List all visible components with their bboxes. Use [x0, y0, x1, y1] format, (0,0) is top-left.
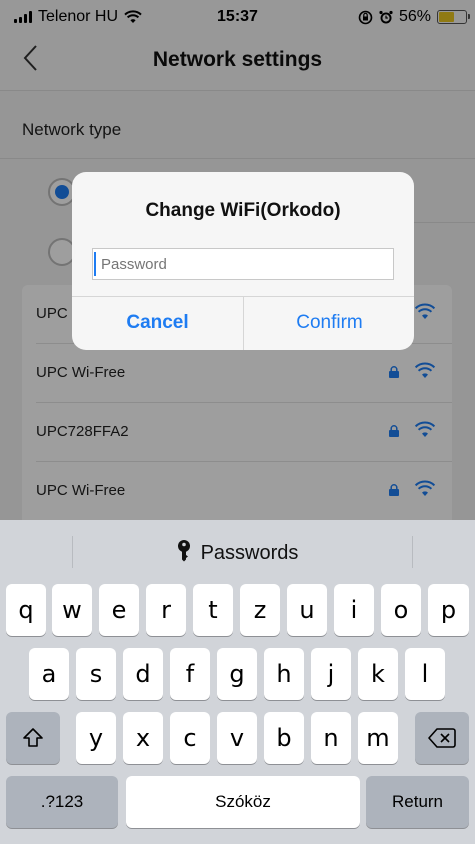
passwords-suggestion[interactable]: Passwords — [0, 540, 475, 565]
key-e[interactable]: e — [99, 584, 139, 636]
key-y[interactable]: y — [76, 712, 116, 764]
key-h[interactable]: h — [264, 648, 304, 700]
keyboard: Passwords q w e r t z u i o p a s d f g … — [0, 520, 475, 844]
key-w[interactable]: w — [52, 584, 92, 636]
key-m[interactable]: m — [358, 712, 398, 764]
key-u[interactable]: u — [287, 584, 327, 636]
key-n[interactable]: n — [311, 712, 351, 764]
key-s[interactable]: s — [76, 648, 116, 700]
key-t[interactable]: t — [193, 584, 233, 636]
space-key[interactable]: Szóköz — [126, 776, 360, 828]
return-key[interactable]: Return — [366, 776, 469, 828]
key-l[interactable]: l — [405, 648, 445, 700]
key-v[interactable]: v — [217, 712, 257, 764]
key-r[interactable]: r — [146, 584, 186, 636]
key-k[interactable]: k — [358, 648, 398, 700]
dialog-title: Change WiFi(Orkodo) — [145, 200, 341, 221]
key-j[interactable]: j — [311, 648, 351, 700]
confirm-button[interactable]: Confirm — [244, 296, 414, 350]
key-b[interactable]: b — [264, 712, 304, 764]
change-wifi-dialog: Change WiFi(Orkodo) Cancel Confirm — [72, 172, 414, 350]
key-i[interactable]: i — [334, 584, 374, 636]
key-icon — [177, 540, 190, 562]
key-o[interactable]: o — [381, 584, 421, 636]
key-p[interactable]: p — [428, 584, 469, 636]
backspace-icon — [428, 728, 456, 748]
delete-key[interactable] — [415, 712, 469, 764]
passwords-label: Passwords — [200, 542, 299, 564]
cancel-button[interactable]: Cancel — [72, 296, 243, 350]
key-d[interactable]: d — [123, 648, 163, 700]
shift-key[interactable] — [6, 712, 60, 764]
shift-icon — [23, 728, 43, 747]
quicktype-bar: Passwords — [0, 520, 475, 582]
key-q[interactable]: q — [6, 584, 46, 636]
text-caret — [94, 252, 96, 276]
key-x[interactable]: x — [123, 712, 163, 764]
key-z[interactable]: z — [240, 584, 280, 636]
password-input[interactable] — [92, 248, 394, 280]
key-a[interactable]: a — [29, 648, 69, 700]
key-c[interactable]: c — [170, 712, 210, 764]
key-f[interactable]: f — [170, 648, 210, 700]
key-g[interactable]: g — [217, 648, 257, 700]
numbers-key[interactable]: .?123 — [6, 776, 118, 828]
